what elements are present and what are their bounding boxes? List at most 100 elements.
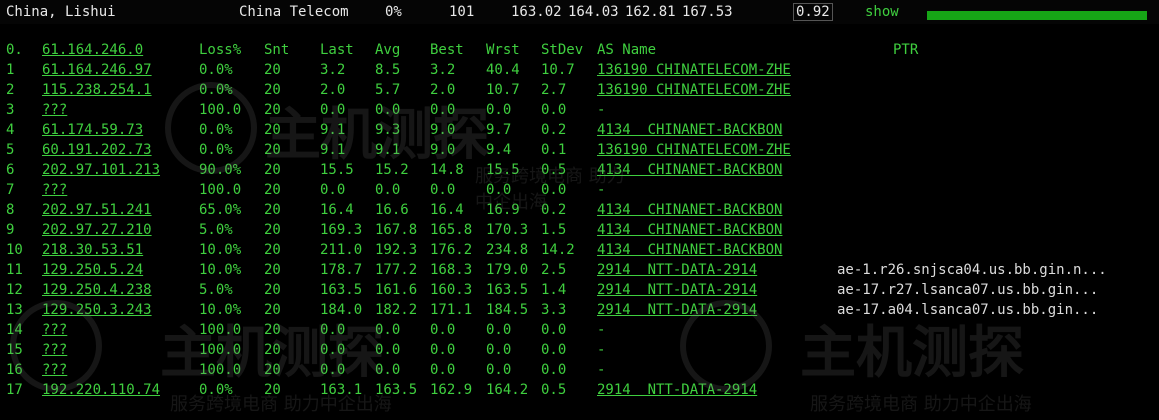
hop-sent: 20 [264, 362, 281, 378]
hop-index: 14 [6, 322, 23, 338]
hop-best: 0.0 [430, 362, 456, 378]
hop-loss: 100.0 [199, 322, 242, 338]
table-row: 15??? 100.0 20 0.0 0.0 0.0 0.0 0.0 - [0, 342, 1159, 362]
table-row: 5 60.191.202.73 0.0% 20 9.1 9.1 9.0 9.4 0.1 13619… [0, 142, 1159, 162]
hop-index: 2 [6, 82, 15, 98]
hop-loss: 90.0% [199, 162, 242, 178]
hop-host[interactable]: 129.250.4.238 [42, 282, 152, 298]
table-row: 7??? 100.0 20 0.0 0.0 0.0 0.0 0.0 - [0, 182, 1159, 202]
hop-avg: 0.0 [375, 342, 401, 358]
hop-avg: 163.5 [375, 382, 418, 398]
column-stdev: StDev [541, 42, 584, 58]
hop-host[interactable]: 202.97.51.241 [42, 202, 152, 218]
hop-host[interactable]: ??? [42, 362, 67, 378]
hop-as-name[interactable]: 2914 NTT-DATA-2914 [597, 282, 757, 298]
hop-as-name[interactable]: 2914 NTT-DATA-2914 [597, 262, 757, 278]
hop-index: 4 [6, 122, 15, 138]
table-row: 6 202.97.101.213 90.0% 20 15.5 15.2 14.8 15.5 0.… [0, 162, 1159, 182]
hop-as-name[interactable]: 4134 CHINANET-BACKBON [597, 202, 782, 218]
hop-sent: 20 [264, 342, 281, 358]
hop-best: 0.0 [430, 322, 456, 338]
hop-as-name[interactable]: 4134 CHINANET-BACKBON [597, 162, 782, 178]
hop-sent: 20 [264, 162, 281, 178]
column-best: Best [430, 42, 464, 58]
hop-host[interactable]: 218.30.53.51 [42, 242, 143, 258]
location-label: China, Lishui [6, 4, 116, 20]
hop-avg: 0.0 [375, 362, 401, 378]
hop-host[interactable]: 192.220.110.74 [42, 382, 160, 398]
hop-stdev: 0.0 [541, 102, 567, 118]
hop-stdev: 0.5 [541, 382, 567, 398]
hop-best: 165.8 [430, 222, 473, 238]
hop-worst: 0.0 [486, 182, 512, 198]
show-button[interactable]: show [865, 4, 899, 20]
hop-index: 13 [6, 302, 23, 318]
hop-host[interactable]: 129.250.3.243 [42, 302, 152, 318]
hop-best: 0.0 [430, 342, 456, 358]
hop-as-name[interactable]: 136190 CHINATELECOM-ZHE [597, 62, 791, 78]
hop-last: 9.1 [320, 122, 346, 138]
hop-host[interactable]: ??? [42, 342, 67, 358]
hop-ptr: ae-17.r27.lsanca07.us.bb.gin... [837, 282, 1099, 298]
hop-sent: 20 [264, 82, 281, 98]
table-row: 14??? 100.0 20 0.0 0.0 0.0 0.0 0.0 - [0, 322, 1159, 342]
hop-loss: 0.0% [199, 62, 233, 78]
hop-last: 3.2 [320, 62, 346, 78]
hop-avg: 16.6 [375, 202, 409, 218]
hop-loss: 0.0% [199, 142, 233, 158]
hop-index: 17 [6, 382, 23, 398]
hop-loss: 100.0 [199, 102, 242, 118]
hop-host[interactable]: 115.238.254.1 [42, 82, 152, 98]
hop-as-name[interactable]: 136190 CHINATELECOM-ZHE [597, 82, 791, 98]
hop-as-name[interactable]: 136190 CHINATELECOM-ZHE [597, 142, 791, 158]
hop-stdev: 1.5 [541, 222, 567, 238]
hop-host[interactable]: 202.97.27.210 [42, 222, 152, 238]
hop-index: 6 [6, 162, 15, 178]
hop-host[interactable]: 61.174.59.73 [42, 122, 143, 138]
hop-host[interactable]: 129.250.5.24 [42, 262, 143, 278]
hop-as-name: - [597, 322, 606, 338]
hop-stdev: 0.0 [541, 182, 567, 198]
hop-loss: 100.0 [199, 342, 242, 358]
hop-as-name[interactable]: 4134 CHINANET-BACKBON [597, 242, 782, 258]
hop-stdev: 0.5 [541, 162, 567, 178]
hop-host[interactable]: ??? [42, 182, 67, 198]
hop-worst: 164.2 [486, 382, 529, 398]
column-ptr: PTR [893, 42, 919, 58]
table-row: 17 192.220.110.74 0.0% 20 163.1 163.5 162.9 164… [0, 382, 1159, 402]
hop-loss: 65.0% [199, 202, 242, 218]
hop-as-name[interactable]: 4134 CHINANET-BACKBON [597, 122, 782, 138]
hop-as-name[interactable]: 4134 CHINANET-BACKBON [597, 222, 782, 238]
hop-loss: 10.0% [199, 302, 242, 318]
hop-index: 5 [6, 142, 15, 158]
hop-as-name[interactable]: 2914 NTT-DATA-2914 [597, 382, 757, 398]
hop-sent: 20 [264, 142, 281, 158]
hop-host[interactable]: ??? [42, 102, 67, 118]
hop-host[interactable]: 61.164.246.97 [42, 62, 152, 78]
table-row: 4 61.174.59.73 0.0% 20 9.1 9.3 9.0 9.7 0.2 4134 C… [0, 122, 1159, 142]
hop-sent: 20 [264, 202, 281, 218]
hop-avg: 8.5 [375, 62, 401, 78]
hop-sent: 20 [264, 322, 281, 338]
hop-host[interactable]: ??? [42, 322, 67, 338]
hop-worst: 10.7 [486, 82, 520, 98]
hop-host[interactable]: 60.191.202.73 [42, 142, 152, 158]
hop-worst: 0.0 [486, 102, 512, 118]
column-loss: Loss% [199, 42, 242, 58]
table-row: 16??? 100.0 20 0.0 0.0 0.0 0.0 0.0 - [0, 362, 1159, 382]
column-host: 61.164.246.0 [42, 42, 144, 58]
hop-sent: 20 [264, 282, 281, 298]
hop-last: 9.1 [320, 142, 346, 158]
hop-stdev: 2.7 [541, 82, 567, 98]
hop-ptr: ae-17.a04.lsanca07.us.bb.gin... [837, 302, 1099, 318]
column-wrst: Wrst [486, 42, 520, 58]
hop-stdev: 14.2 [541, 242, 575, 258]
hop-host[interactable]: 202.97.101.213 [42, 162, 160, 178]
hop-worst: 40.4 [486, 62, 520, 78]
hop-last: 211.0 [320, 242, 363, 258]
table-row: 13 129.250.3.243 10.0% 20 184.0 182.2 171.1 184… [0, 302, 1159, 322]
hop-as-name[interactable]: 2914 NTT-DATA-2914 [597, 302, 757, 318]
hop-best: 176.2 [430, 242, 473, 258]
hop-stdev: 1.4 [541, 282, 567, 298]
hop-best: 171.1 [430, 302, 473, 318]
